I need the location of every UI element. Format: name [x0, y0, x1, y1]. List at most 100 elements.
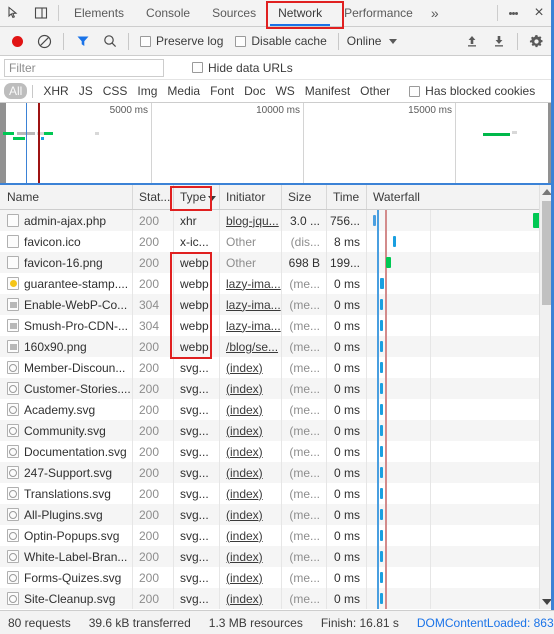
svg-thumb-icon: [7, 445, 19, 458]
cell-type: webp: [174, 294, 220, 315]
filter-funnel-icon[interactable]: [69, 28, 96, 55]
table-row[interactable]: Academy.svg 200 svg... (index) (me... 0 ms: [0, 399, 554, 420]
close-icon[interactable]: ×: [524, 0, 554, 26]
table-row[interactable]: Site-Cleanup.svg 200 svg... (index) (me... 0 …: [0, 588, 554, 609]
gear-icon[interactable]: [523, 28, 550, 55]
table-row[interactable]: admin-ajax.php 200 xhr blog-jqu... 3.0 ... 75…: [0, 210, 554, 231]
cell-waterfall: [367, 315, 554, 336]
table-row[interactable]: Member-Discoun... 200 svg... (index) (me... 0…: [0, 357, 554, 378]
cell-time: 199...: [327, 252, 367, 273]
table-row[interactable]: Enable-WebP-Co... 304 webp lazy-ima... (me..…: [0, 294, 554, 315]
chip-media[interactable]: Media: [162, 83, 205, 99]
chip-css[interactable]: CSS: [98, 83, 133, 99]
chip-manifest[interactable]: Manifest: [300, 83, 355, 99]
waterfall-dom-content-loaded-line: [377, 399, 379, 420]
chip-all[interactable]: All: [4, 83, 28, 99]
tab-label: Sources: [212, 6, 257, 20]
network-status-bar: 80 requests 39.6 kB transferred 1.3 MB r…: [0, 610, 554, 634]
tab-sources[interactable]: Sources: [201, 0, 267, 26]
import-har-icon[interactable]: [458, 28, 485, 55]
cell-initiator-text: lazy-ima...: [226, 297, 281, 312]
table-row[interactable]: Forms-Quizes.svg 200 svg... (index) (me... 0 …: [0, 567, 554, 588]
clear-icon[interactable]: [31, 28, 58, 55]
preserve-log-checkbox[interactable]: Preserve log: [134, 34, 229, 48]
more-tabs-chevron-icon[interactable]: »: [424, 0, 446, 26]
network-overview-timeline[interactable]: 5000 ms 10000 ms 15000 ms: [0, 103, 554, 185]
chip-ws[interactable]: WS: [270, 83, 299, 99]
table-row[interactable]: 160x90.png 200 webp/blog/se... (me... 0 ms: [0, 336, 554, 357]
chip-other[interactable]: Other: [355, 83, 395, 99]
table-row[interactable]: Documentation.svg 200 svg... (index) (me... 0…: [0, 441, 554, 462]
cell-waterfall: [367, 567, 554, 588]
chip-img[interactable]: Img: [132, 83, 162, 99]
table-row[interactable]: favicon.ico 200 x-ic... Other (dis... 8 ms: [0, 231, 554, 252]
chip-font[interactable]: Font: [205, 83, 239, 99]
table-row[interactable]: 247-Support.svg 200 svg... (index) (me... 0 m…: [0, 462, 554, 483]
cell-time: 0 ms: [327, 483, 367, 504]
more-tabs-label: »: [430, 5, 439, 21]
tab-performance[interactable]: Performance: [333, 0, 424, 26]
has-blocked-cookies-checkbox[interactable]: Has blocked cookies: [403, 84, 541, 98]
table-row[interactable]: White-Label-Bran... 200 svg... (index) (me..…: [0, 546, 554, 567]
table-row[interactable]: Translations.svg 200 svg... (index) (me... 0 …: [0, 483, 554, 504]
record-button-icon[interactable]: [4, 28, 31, 55]
cell-size-text: 698 B: [288, 255, 320, 270]
divider: [58, 5, 59, 21]
waterfall-gridline: [430, 336, 431, 357]
table-row[interactable]: Optin-Popups.svg 200 svg... (index) (me... 0 …: [0, 525, 554, 546]
search-icon[interactable]: [96, 28, 123, 55]
cell-initiator: lazy-ima...: [220, 273, 282, 294]
waterfall-bar: [380, 320, 383, 331]
cell-waterfall: [367, 273, 554, 294]
svg-thumb-icon: [7, 382, 19, 395]
tab-elements[interactable]: Elements: [63, 0, 135, 26]
column-header-type[interactable]: Type: [174, 185, 220, 209]
chip-xhr[interactable]: XHR: [38, 83, 73, 99]
cell-type: webp: [174, 315, 220, 336]
cell-type: x-ic...: [174, 231, 220, 252]
table-row[interactable]: Customer-Stories.... 200 svg... (index) (me.…: [0, 378, 554, 399]
cell-type-text: svg...: [180, 444, 209, 459]
cell-time-text: 0 ms: [333, 297, 360, 312]
kebab-menu-icon[interactable]: [502, 0, 524, 26]
column-header-status[interactable]: Stat...: [133, 185, 174, 209]
table-row[interactable]: Community.svg 200 svg... (index) (me... 0 ms: [0, 420, 554, 441]
waterfall-load-line: [385, 378, 387, 399]
tab-console[interactable]: Console: [135, 0, 201, 26]
cell-type: svg...: [174, 378, 220, 399]
waterfall-load-line: [385, 483, 387, 504]
hide-data-urls-checkbox[interactable]: Hide data URLs: [186, 61, 299, 75]
cell-initiator: lazy-ima...: [220, 294, 282, 315]
export-har-icon[interactable]: [485, 28, 512, 55]
cell-time: 0 ms: [327, 567, 367, 588]
cell-type-text: svg...: [180, 591, 209, 606]
column-header-waterfall[interactable]: Waterfall: [367, 185, 554, 209]
table-row[interactable]: All-Plugins.svg 200 svg... (index) (me... 0 m…: [0, 504, 554, 525]
chip-js[interactable]: JS: [74, 83, 98, 99]
throttle-dropdown[interactable]: Online: [344, 34, 401, 48]
column-header-time[interactable]: Time: [327, 185, 367, 209]
cell-waterfall: [367, 483, 554, 504]
tab-network[interactable]: Network: [267, 0, 333, 26]
disable-cache-label: Disable cache: [251, 34, 327, 48]
cell-waterfall: [367, 357, 554, 378]
cell-initiator-text: (index): [226, 444, 263, 459]
cell-time-text: 0 ms: [333, 570, 360, 585]
column-header-name[interactable]: Name: [0, 185, 133, 209]
disable-cache-checkbox[interactable]: Disable cache: [229, 34, 332, 48]
cell-initiator-text: Other: [226, 255, 257, 270]
table-row[interactable]: favicon-16.png 200 webp Other 698 B 199...: [0, 252, 554, 273]
cell-size-text: (me...: [289, 465, 320, 480]
cell-status: 200: [133, 210, 174, 231]
cell-initiator: Other: [220, 231, 282, 252]
table-row[interactable]: guarantee-stamp.... 200 webp lazy-ima... (me…: [0, 273, 554, 294]
filter-input[interactable]: [4, 58, 164, 77]
waterfall-dom-content-loaded-line: [377, 336, 379, 357]
table-row[interactable]: Smush-Pro-CDN-... 304 webp lazy-ima... (me..…: [0, 315, 554, 336]
column-header-size[interactable]: Size: [282, 185, 327, 209]
inspect-element-icon[interactable]: [0, 0, 27, 26]
chip-doc[interactable]: Doc: [239, 83, 270, 99]
waterfall-load-line: [385, 210, 387, 231]
device-toolbar-icon[interactable]: [27, 0, 54, 26]
column-header-initiator[interactable]: Initiator: [220, 185, 282, 209]
